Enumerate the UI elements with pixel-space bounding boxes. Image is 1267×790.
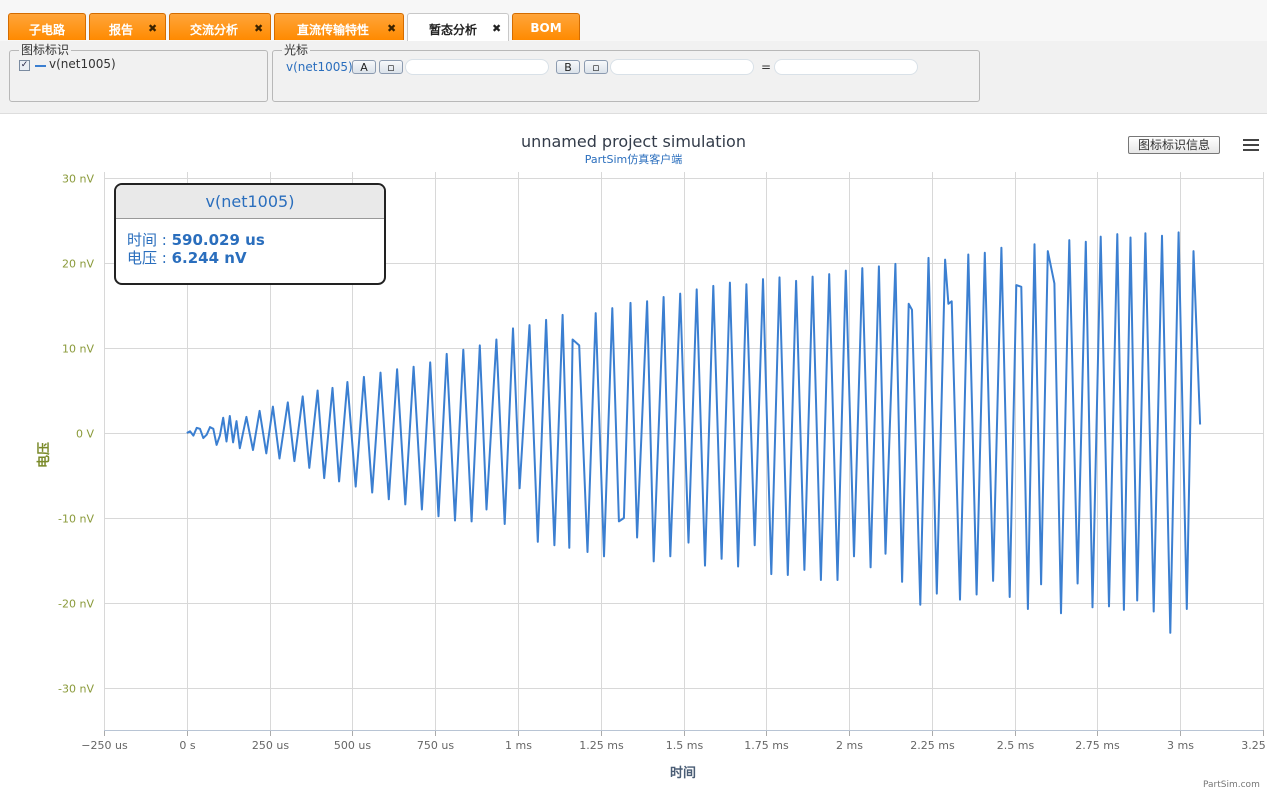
x-tick-label: 1 ms [505, 739, 532, 752]
x-tick-label: 750 us [417, 739, 454, 752]
x-tick-label: 2.5 ms [997, 739, 1035, 752]
x-tick-label: 3.25 ms [1241, 739, 1267, 752]
x-tick-label: 500 us [334, 739, 371, 752]
data-tooltip: v(net1005) 时间 : 590.029 us 电压 : 6.244 nV [114, 183, 386, 285]
tooltip-voltage-label: 电压 : [127, 249, 172, 267]
x-tick-label: −250 us [81, 739, 128, 752]
y-axis-label: 电压 [36, 442, 52, 468]
y-tick-label: -10 nV [58, 513, 94, 526]
tooltip-series-name: v(net1005) [116, 185, 384, 219]
series-line-v-net1005 [186, 231, 1202, 634]
y-tick-label: 0 V [76, 428, 94, 441]
x-tick-label: 2.25 ms [910, 739, 955, 752]
credit-text: PartSim.com [1203, 780, 1260, 790]
x-tick-label: 3 ms [1167, 739, 1194, 752]
x-tick-label: 250 us [252, 739, 289, 752]
tooltip-voltage-value: 6.244 nV [171, 249, 247, 267]
y-tick-label: 10 nV [62, 343, 94, 356]
x-axis-label: 时间 [670, 765, 696, 781]
x-tick-label: 2.75 ms [1075, 739, 1120, 752]
y-tick-label: 30 nV [62, 173, 94, 186]
x-tick-label: 1.75 ms [744, 739, 789, 752]
x-tick-label: 1.5 ms [666, 739, 704, 752]
tooltip-voltage-row: 电压 : 6.244 nV [127, 247, 247, 268]
y-tick-label: -20 nV [58, 598, 94, 611]
y-tick-label: 20 nV [62, 258, 94, 271]
x-tick-label: 2 ms [836, 739, 863, 752]
x-tick-label: 0 s [179, 739, 195, 752]
y-tick-label: -30 nV [58, 683, 94, 696]
transient-chart[interactable]: −250 us 0 s 250 us 500 us 750 us 1 ms 1.25 ms 1… [0, 0, 1267, 788]
x-tick-label: 1.25 ms [579, 739, 624, 752]
